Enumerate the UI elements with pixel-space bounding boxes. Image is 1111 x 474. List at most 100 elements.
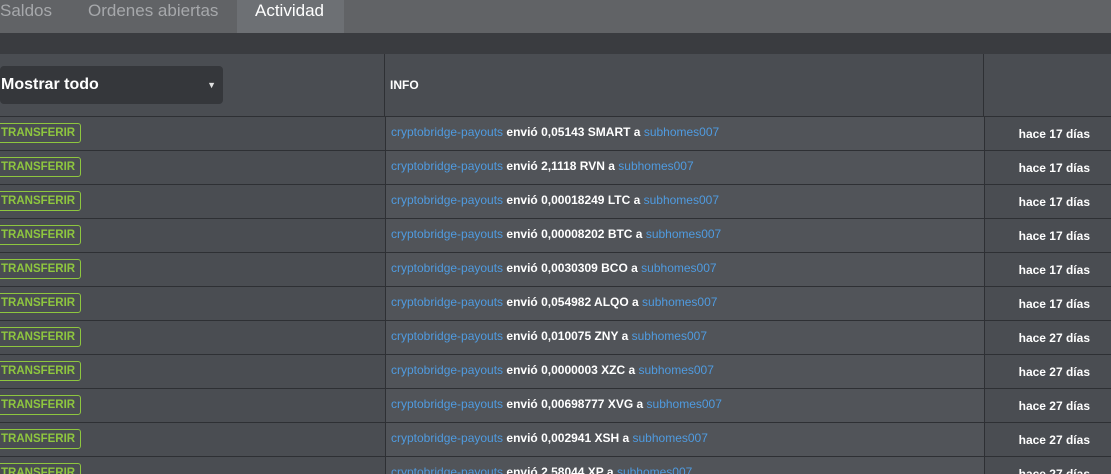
transfer-badge: TRANSFERIR <box>0 123 82 143</box>
transfer-action-text: envió 0,054982 ALQO a <box>506 295 639 309</box>
from-account-link[interactable]: cryptobridge-payouts <box>391 295 503 309</box>
to-account-link[interactable]: subhomes007 <box>632 329 707 343</box>
info-text: cryptobridge-payouts envió 0,0000003 XZC… <box>391 363 714 377</box>
to-account-link[interactable]: subhomes007 <box>618 159 693 173</box>
table-row: TRANSFERIR cryptobridge-payouts envió 0,0… <box>0 423 1111 457</box>
info-text: cryptobridge-payouts envió 0,0030309 BCO… <box>391 261 717 275</box>
type-cell: TRANSFERIR <box>0 321 384 354</box>
transfer-badge: TRANSFERIR <box>0 395 82 415</box>
timestamp: hace 17 días <box>1018 161 1090 175</box>
info-cell: cryptobridge-payouts envió 0,00018249 LT… <box>385 185 985 218</box>
activity-list: TRANSFERIR cryptobridge-payouts envió 0,0… <box>0 117 1111 474</box>
type-cell: TRANSFERIR <box>0 185 384 218</box>
type-cell: TRANSFERIR <box>0 287 384 320</box>
from-account-link[interactable]: cryptobridge-payouts <box>391 329 503 343</box>
to-account-link[interactable]: subhomes007 <box>644 125 719 139</box>
time-cell: hace 17 días <box>984 185 1111 218</box>
to-account-link[interactable]: subhomes007 <box>633 431 708 445</box>
transfer-action-text: envió 2,58044 XP a <box>506 465 614 474</box>
transfer-action-text: envió 0,002941 XSH a <box>506 431 630 445</box>
info-text: cryptobridge-payouts envió 0,05143 SMART… <box>391 125 719 139</box>
transfer-badge: TRANSFERIR <box>0 327 82 347</box>
timestamp: hace 27 días <box>1018 467 1090 474</box>
transfer-badge: TRANSFERIR <box>0 225 82 245</box>
caret-down-icon: ▼ <box>207 80 216 90</box>
filter-select[interactable]: Mostrar todo ▼ <box>0 66 223 104</box>
type-cell: TRANSFERIR <box>0 423 384 456</box>
timestamp: hace 27 días <box>1018 399 1090 413</box>
tab-actividad[interactable]: Actividad <box>237 0 344 33</box>
from-account-link[interactable]: cryptobridge-payouts <box>391 159 503 173</box>
transfer-action-text: envió 0,0030309 BCO a <box>506 261 638 275</box>
to-account-link[interactable]: subhomes007 <box>644 193 719 207</box>
to-account-link[interactable]: subhomes007 <box>641 261 716 275</box>
header-divider <box>384 54 385 116</box>
to-account-link[interactable]: subhomes007 <box>646 227 721 241</box>
table-row: TRANSFERIR cryptobridge-payouts envió 2,5… <box>0 457 1111 474</box>
type-cell: TRANSFERIR <box>0 219 384 252</box>
timestamp: hace 27 días <box>1018 433 1090 447</box>
info-text: cryptobridge-payouts envió 0,010075 ZNY … <box>391 329 707 343</box>
info-text: cryptobridge-payouts envió 0,00698777 XV… <box>391 397 722 411</box>
from-account-link[interactable]: cryptobridge-payouts <box>391 363 503 377</box>
transfer-badge: TRANSFERIR <box>0 293 82 313</box>
info-column-header: INFO <box>390 78 419 92</box>
time-cell: hace 27 días <box>984 457 1111 474</box>
info-cell: cryptobridge-payouts envió 0,0000003 XZC… <box>385 355 985 388</box>
info-cell: cryptobridge-payouts envió 2,58044 XP a … <box>385 457 985 474</box>
info-cell: cryptobridge-payouts envió 0,0030309 BCO… <box>385 253 985 286</box>
info-cell: cryptobridge-payouts envió 0,054982 ALQO… <box>385 287 985 320</box>
from-account-link[interactable]: cryptobridge-payouts <box>391 397 503 411</box>
time-cell: hace 27 días <box>984 355 1111 388</box>
toolbar-strip <box>0 33 1111 54</box>
timestamp: hace 17 días <box>1018 297 1090 311</box>
time-cell: hace 27 días <box>984 423 1111 456</box>
timestamp: hace 17 días <box>1018 263 1090 277</box>
from-account-link[interactable]: cryptobridge-payouts <box>391 193 503 207</box>
type-cell: TRANSFERIR <box>0 253 384 286</box>
transfer-action-text: envió 2,1118 RVN a <box>506 159 615 173</box>
info-text: cryptobridge-payouts envió 0,002941 XSH … <box>391 431 708 445</box>
table-row: TRANSFERIR cryptobridge-payouts envió 0,0… <box>0 321 1111 355</box>
transfer-badge: TRANSFERIR <box>0 259 82 279</box>
info-cell: cryptobridge-payouts envió 2,1118 RVN a … <box>385 151 985 184</box>
time-cell: hace 17 días <box>984 151 1111 184</box>
from-account-link[interactable]: cryptobridge-payouts <box>391 125 503 139</box>
info-text: cryptobridge-payouts envió 0,00008202 BT… <box>391 227 721 241</box>
time-cell: hace 27 días <box>984 321 1111 354</box>
to-account-link[interactable]: subhomes007 <box>647 397 722 411</box>
info-cell: cryptobridge-payouts envió 0,00008202 BT… <box>385 219 985 252</box>
tab-bar: Saldos Ordenes abiertas Actividad <box>0 0 1111 33</box>
from-account-link[interactable]: cryptobridge-payouts <box>391 431 503 445</box>
transfer-badge: TRANSFERIR <box>0 429 82 449</box>
time-cell: hace 17 días <box>984 117 1111 150</box>
activity-page: Saldos Ordenes abiertas Actividad Mostra… <box>0 0 1111 474</box>
timestamp: hace 27 días <box>1018 331 1090 345</box>
timestamp: hace 27 días <box>1018 365 1090 379</box>
table-row: TRANSFERIR cryptobridge-payouts envió 0,0… <box>0 355 1111 389</box>
timestamp: hace 17 días <box>1018 195 1090 209</box>
table-row: TRANSFERIR cryptobridge-payouts envió 0,0… <box>0 185 1111 219</box>
from-account-link[interactable]: cryptobridge-payouts <box>391 261 503 275</box>
time-cell: hace 17 días <box>984 287 1111 320</box>
transfer-badge: TRANSFERIR <box>0 157 82 177</box>
transfer-badge: TRANSFERIR <box>0 463 82 474</box>
transfer-action-text: envió 0,05143 SMART a <box>506 125 641 139</box>
info-cell: cryptobridge-payouts envió 0,002941 XSH … <box>385 423 985 456</box>
from-account-link[interactable]: cryptobridge-payouts <box>391 227 503 241</box>
info-cell: cryptobridge-payouts envió 0,05143 SMART… <box>385 117 985 150</box>
to-account-link[interactable]: subhomes007 <box>642 295 717 309</box>
table-row: TRANSFERIR cryptobridge-payouts envió 0,0… <box>0 253 1111 287</box>
tab-saldos[interactable]: Saldos <box>0 0 52 33</box>
to-account-link[interactable]: subhomes007 <box>639 363 714 377</box>
transfer-badge: TRANSFERIR <box>0 191 82 211</box>
to-account-link[interactable]: subhomes007 <box>617 465 692 474</box>
table-row: TRANSFERIR cryptobridge-payouts envió 0,0… <box>0 219 1111 253</box>
table-row: TRANSFERIR cryptobridge-payouts envió 0,0… <box>0 117 1111 151</box>
table-row: TRANSFERIR cryptobridge-payouts envió 0,0… <box>0 287 1111 321</box>
tab-ordenes-abiertas[interactable]: Ordenes abiertas <box>88 0 218 33</box>
from-account-link[interactable]: cryptobridge-payouts <box>391 465 503 474</box>
time-cell: hace 17 días <box>984 253 1111 286</box>
type-cell: TRANSFERIR <box>0 151 384 184</box>
timestamp: hace 17 días <box>1018 229 1090 243</box>
